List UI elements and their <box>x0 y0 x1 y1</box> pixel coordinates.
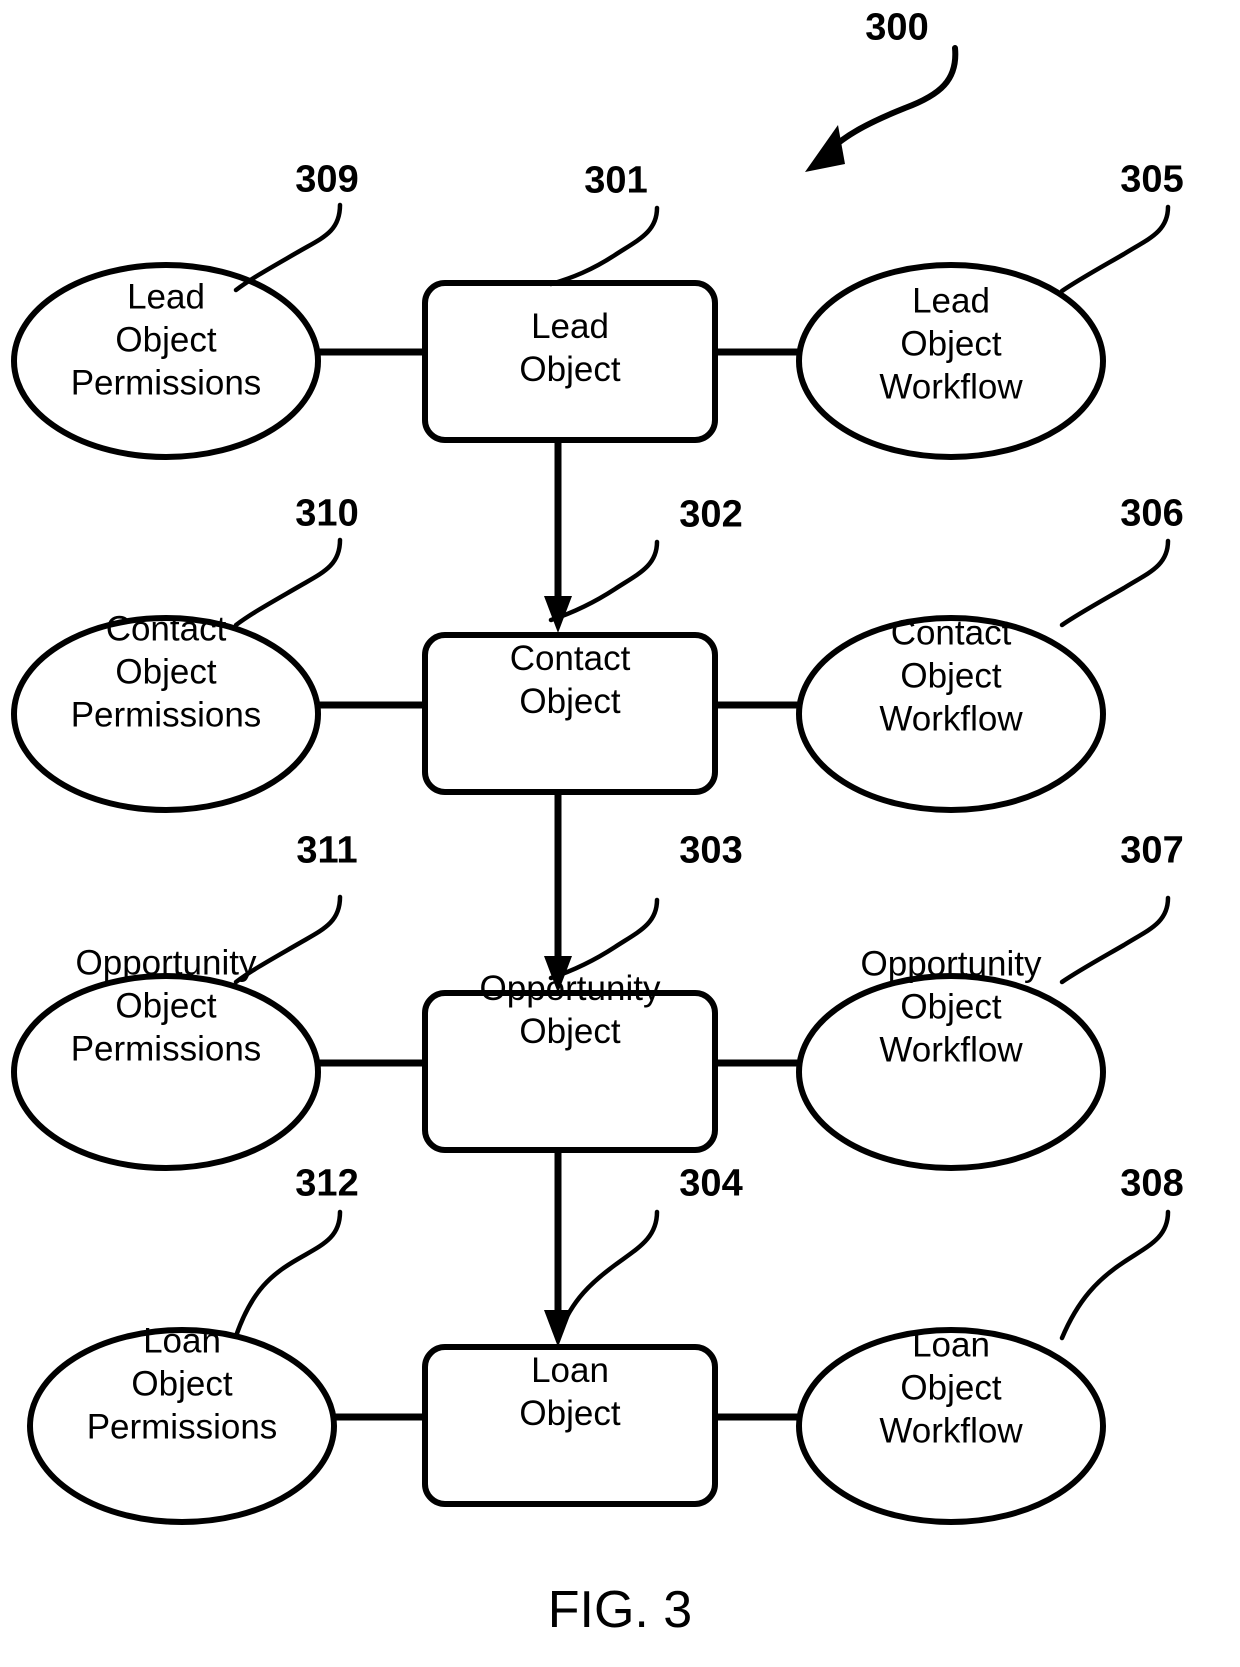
ref-num-304: 304 <box>679 1162 743 1205</box>
ref-num-303: 303 <box>679 829 743 872</box>
ellipse-right-4[interactable] <box>796 1327 1106 1525</box>
ref-num-311: 311 <box>296 829 358 872</box>
leader-305 <box>1059 204 1171 294</box>
box-center-1[interactable] <box>422 280 718 443</box>
row-1-graphics <box>11 202 1171 460</box>
flow-arrow-1-to-2 <box>544 443 572 633</box>
ref-num-305: 305 <box>1120 158 1184 201</box>
leader-311 <box>233 894 343 985</box>
leader-301 <box>548 205 660 287</box>
leader-306 <box>1059 538 1171 628</box>
ellipse-right-2[interactable] <box>796 615 1106 813</box>
flow-arrow-2-to-3 <box>544 795 572 993</box>
ref-num-307: 307 <box>1120 829 1184 872</box>
box-center-2[interactable] <box>422 632 718 795</box>
leader-304 <box>557 1209 660 1335</box>
ref-num-301: 301 <box>584 159 648 202</box>
leader-308 <box>1059 1209 1171 1341</box>
ref-num-312: 312 <box>295 1162 359 1205</box>
ellipse-right-3[interactable] <box>796 973 1106 1171</box>
ref-num-302: 302 <box>679 493 743 536</box>
leader-312 <box>233 1209 343 1339</box>
figure-caption: FIG. 3 <box>547 1581 693 1639</box>
ref-num-310: 310 <box>295 492 359 535</box>
arrowhead-300 <box>805 125 845 172</box>
ref-num-300: 300 <box>865 6 929 49</box>
box-center-4[interactable] <box>422 1344 718 1507</box>
leader-310 <box>233 537 343 628</box>
row-4-graphics <box>27 1209 1171 1525</box>
figure-ref-arrow-300 <box>805 45 959 172</box>
row-2-graphics <box>11 537 1171 813</box>
row-3-graphics <box>11 894 1171 1171</box>
leader-307 <box>1059 895 1171 985</box>
leader-309 <box>233 202 343 293</box>
ellipse-left-1[interactable] <box>11 262 321 460</box>
ref-num-309: 309 <box>295 158 359 201</box>
ref-num-308: 308 <box>1120 1162 1184 1205</box>
ellipse-left-3[interactable] <box>11 973 321 1171</box>
ellipse-left-2[interactable] <box>11 615 321 813</box>
ellipse-left-4[interactable] <box>27 1327 337 1525</box>
ref-num-306: 306 <box>1120 492 1184 535</box>
figure-vector-layer <box>11 45 1171 1525</box>
patent-figure-300: 300 Lead Object Permissions 309 Lead Obj… <box>0 0 1240 1667</box>
ellipse-right-1[interactable] <box>796 262 1106 460</box>
box-center-3[interactable] <box>422 990 718 1153</box>
